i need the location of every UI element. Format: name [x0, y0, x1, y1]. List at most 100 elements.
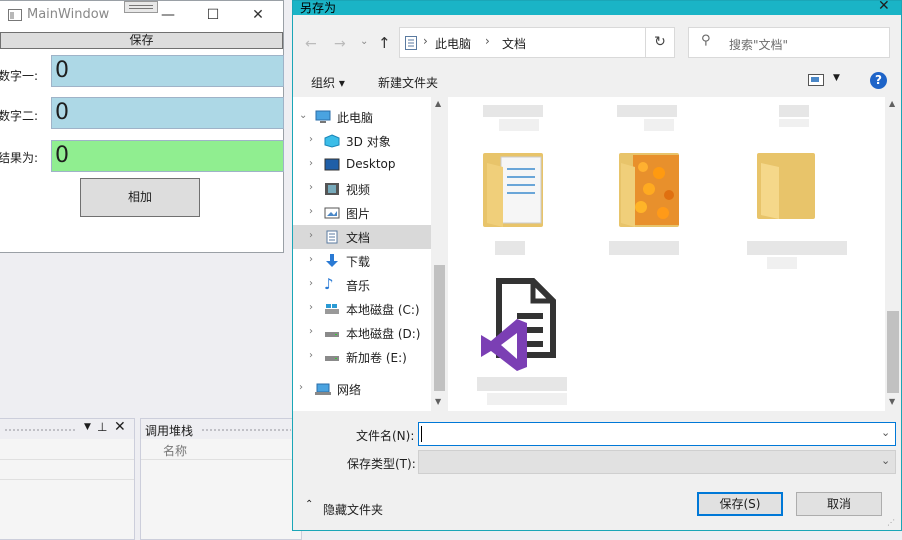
tree-label: 视频	[346, 183, 371, 197]
scroll-up-icon[interactable]: ▲	[889, 99, 895, 108]
collapsed-chevron-icon[interactable]: ›	[309, 278, 313, 289]
help-icon[interactable]: ?	[870, 72, 887, 89]
name-column-header[interactable]: 名称	[163, 442, 187, 459]
tree-item-desktop[interactable]: › Desktop	[293, 153, 433, 177]
main-window: MainWindow — ☐ ✕ 保存 数字一: 0 数字二: 0 结果为: 0…	[0, 0, 284, 253]
tree-item-drive-e[interactable]: › 新加卷 (E:)	[293, 345, 433, 369]
drive-icon	[325, 332, 339, 337]
nav-scrollbar[interactable]: ▲ ▼	[431, 97, 448, 411]
filetype-select[interactable]: ⌄	[418, 450, 896, 474]
documents-icon	[405, 36, 417, 50]
minimize-icon[interactable]: —	[154, 4, 182, 26]
file-scroll-thumb[interactable]	[887, 311, 899, 393]
folder-item[interactable]	[747, 149, 847, 269]
save-as-dialog: 另存为 ✕ ← → ⌄ ↑ › 此电脑 › 文档 ⌄ ↻ ⚲ 搜索"文档" 组织…	[292, 0, 902, 531]
vs-file-item[interactable]	[477, 277, 573, 409]
collapsed-chevron-icon[interactable]: ›	[309, 302, 313, 313]
tree-item-network[interactable]: › 网络	[293, 377, 433, 401]
ide-row	[0, 439, 134, 460]
tree-item-3d-objects[interactable]: › 3D 对象	[293, 129, 433, 153]
panel-grip	[4, 428, 76, 432]
filetype-dropdown-icon[interactable]: ⌄	[881, 454, 890, 467]
nav-scroll-thumb[interactable]	[434, 265, 445, 391]
window-icon	[8, 9, 22, 21]
collapsed-chevron-icon[interactable]: ›	[299, 382, 303, 393]
forward-arrow-icon[interactable]: →	[334, 36, 346, 52]
filename-label: 文件名(N):	[356, 429, 415, 443]
dialog-save-button[interactable]: 保存(S)	[697, 492, 783, 516]
up-arrow-icon[interactable]: ↑	[378, 34, 391, 52]
hide-folders-button[interactable]: 隐藏文件夹	[323, 501, 383, 518]
number-one-input[interactable]: 0	[51, 55, 284, 87]
blurred-filename	[483, 105, 543, 117]
scroll-down-icon[interactable]: ▼	[435, 397, 441, 406]
collapsed-chevron-icon[interactable]: ›	[309, 134, 313, 145]
scroll-down-icon[interactable]: ▼	[889, 397, 895, 406]
refresh-icon[interactable]: ↻	[645, 27, 675, 58]
pin-icon[interactable]: ⊥	[97, 420, 107, 434]
panel-grip	[201, 428, 291, 432]
tree-label: 文档	[346, 231, 371, 245]
tree-label: 本地磁盘 (C:)	[346, 303, 420, 317]
collapsed-chevron-icon[interactable]: ›	[309, 326, 313, 337]
blurred-filename	[767, 257, 797, 269]
breadcrumb-this-pc[interactable]: 此电脑	[435, 35, 471, 52]
toolbar-grip[interactable]	[124, 1, 158, 13]
collapse-chevron-icon[interactable]: ⌃	[305, 499, 313, 510]
folder-item[interactable]	[609, 149, 689, 259]
blurred-filename	[609, 241, 679, 255]
blurred-filename	[495, 241, 525, 255]
close-window-icon[interactable]: ✕	[244, 4, 272, 26]
3d-objects-icon	[324, 134, 340, 148]
main-window-titlebar: MainWindow — ☐ ✕	[0, 1, 283, 29]
collapsed-chevron-icon[interactable]: ›	[309, 230, 313, 241]
view-dropdown-icon[interactable]: ▼	[833, 73, 840, 83]
save-button[interactable]: 保存	[0, 32, 283, 49]
navigation-pane: ⌄ 此电脑 › 3D 对象 › Desktop › 视频 › 图片 › 文档 ›…	[293, 97, 449, 411]
tree-label: 新加卷 (E:)	[346, 351, 407, 365]
collapsed-chevron-icon[interactable]: ›	[309, 158, 313, 169]
collapsed-chevron-icon[interactable]: ›	[309, 182, 313, 193]
folder-item[interactable]	[483, 149, 553, 259]
filename-dropdown-icon[interactable]: ⌄	[881, 426, 890, 439]
number-two-input[interactable]: 0	[51, 97, 284, 129]
view-mode-icon[interactable]	[808, 74, 824, 86]
file-scrollbar[interactable]: ▲ ▼	[885, 97, 901, 411]
organize-menu[interactable]: 组织 ▾	[311, 74, 345, 91]
resize-grip-icon[interactable]: ⋰	[887, 518, 895, 527]
tree-item-videos[interactable]: › 视频	[293, 177, 433, 201]
search-placeholder: 搜索"文档"	[729, 38, 789, 52]
tree-item-pictures[interactable]: › 图片	[293, 201, 433, 225]
add-button[interactable]: 相加	[80, 178, 200, 217]
back-arrow-icon[interactable]: ←	[305, 36, 317, 52]
maximize-icon[interactable]: ☐	[199, 4, 227, 26]
scroll-up-icon[interactable]: ▲	[435, 99, 441, 108]
tree-item-this-pc[interactable]: ⌄ 此电脑	[293, 105, 433, 129]
close-icon[interactable]: ✕	[114, 419, 126, 435]
pictures-icon	[324, 207, 340, 219]
collapsed-chevron-icon[interactable]: ›	[309, 206, 313, 217]
tree-item-documents[interactable]: › 文档	[293, 225, 433, 249]
dropdown-icon[interactable]: ▼	[84, 422, 91, 432]
collapsed-chevron-icon[interactable]: ›	[309, 350, 313, 361]
breadcrumb-documents[interactable]: 文档	[502, 35, 526, 52]
expanded-chevron-icon[interactable]: ⌄	[299, 110, 307, 121]
tree-item-drive-d[interactable]: › 本地磁盘 (D:)	[293, 321, 433, 345]
dialog-toolbar: 组织 ▾ 新建文件夹 ▼ ?	[293, 66, 901, 96]
dialog-close-icon[interactable]: ✕	[878, 0, 890, 14]
ide-row	[0, 459, 134, 480]
recent-dropdown-icon[interactable]: ⌄	[360, 36, 368, 47]
pc-icon	[315, 110, 331, 123]
address-bar[interactable]: › 此电脑 › 文档 ⌄	[399, 27, 669, 58]
tree-item-music[interactable]: › ♪ 音乐	[293, 273, 433, 297]
filename-input[interactable]: ⌄	[418, 422, 896, 446]
ide-background: ▼ ⊥ ✕ 调用堆栈 名称	[0, 252, 302, 540]
new-folder-button[interactable]: 新建文件夹	[378, 74, 438, 91]
search-box[interactable]: ⚲ 搜索"文档"	[688, 27, 890, 58]
blurred-filename	[747, 241, 847, 255]
dialog-cancel-button[interactable]: 取消	[796, 492, 882, 516]
tree-item-downloads[interactable]: › 下载	[293, 249, 433, 273]
collapsed-chevron-icon[interactable]: ›	[309, 254, 313, 265]
drive-icon	[325, 356, 339, 361]
tree-item-drive-c[interactable]: › 本地磁盘 (C:)	[293, 297, 433, 321]
